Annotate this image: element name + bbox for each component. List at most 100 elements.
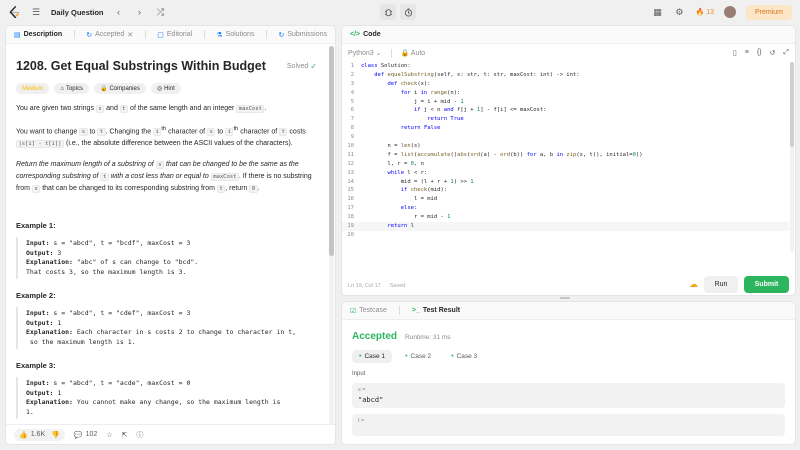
history-icon: ↻ [86, 31, 93, 39]
code-line[interactable]: 13 while l < r: [342, 169, 789, 178]
autosave-toggle[interactable]: 🔒 Auto [401, 49, 426, 57]
code-line[interactable]: 16 l = mid [342, 195, 789, 204]
flame-icon: 🔥 [695, 9, 705, 16]
pass-dot-icon: • [451, 353, 454, 360]
description-tabs: ▤ Description ↻ Accepted ✕ ▢ Editorial ⚗ Solu… [6, 26, 335, 44]
tab-test-result[interactable]: >_ Test Result [412, 307, 460, 314]
code-line[interactable]: 19 return l [342, 222, 789, 231]
code-line[interactable]: 2 def equalSubstring(self, s: str, t: st… [342, 71, 789, 80]
code-line[interactable]: 1 class Solution: [342, 62, 789, 71]
code-line[interactable]: 10 n = len(s) [342, 142, 789, 151]
problem-title[interactable]: 1208. Get Equal Substrings Within Budget [16, 59, 266, 73]
problem-description: 1208. Get Equal Substrings Within Budget… [6, 45, 327, 424]
flask-icon: ⚗ [216, 31, 223, 39]
pass-dot-icon: • [405, 353, 408, 360]
timer-icon[interactable] [400, 4, 416, 20]
submit-button[interactable]: Submit [744, 276, 789, 293]
notebook-icon[interactable]: ☁ [689, 279, 698, 290]
share-icon[interactable]: ⇱ [122, 431, 128, 439]
result-panel: ☑ Testcase >_ Test Result Accepted Runtime… [341, 301, 796, 445]
case-tabs: • Case 1 • Case 2 • Case 3 [342, 350, 795, 363]
lock-icon: 🔒 [99, 86, 108, 92]
code-line[interactable]: 11 f = list(accumulate((abs(ord(a) - ord… [342, 151, 789, 160]
code-line[interactable]: 6 if j < n and f[j + 1] - f[i] <= maxCos… [342, 106, 789, 115]
input-t-box: t = [352, 414, 785, 436]
difficulty-badge: Medium [16, 83, 50, 94]
leetcode-logo[interactable] [8, 5, 21, 19]
case-tab-1[interactable]: • Case 1 [352, 350, 393, 363]
code-line[interactable]: 15 if check(mid): [342, 186, 789, 195]
hint-chip[interactable]: ◎ Hint [150, 83, 181, 94]
comments-button[interactable]: 💬 102 [74, 431, 97, 439]
solved-status: Solved ✓ [286, 61, 317, 71]
code-icon: </> [350, 31, 361, 38]
close-icon[interactable]: ✕ [127, 31, 133, 39]
check-circle-icon: ✓ [310, 61, 317, 71]
input-s-box: s = "abcd" [352, 383, 785, 408]
problem-paragraph-1: You are given two strings s and t of the… [16, 105, 267, 113]
example-3: Example 3: Input: s = "abcd", t = "acde"… [16, 361, 317, 420]
code-tabs: </> Code [342, 26, 795, 44]
thumbs-down-icon[interactable]: 👎 [51, 431, 60, 439]
lightbulb-icon: ◎ [156, 86, 163, 92]
like-button[interactable]: 👍 1.6K 👎 [14, 428, 65, 441]
tab-code[interactable]: </> Code [350, 31, 381, 38]
tab-description[interactable]: ▤ Description [14, 31, 62, 39]
tab-testcase[interactable]: ☑ Testcase [350, 307, 387, 315]
editor-status: Ln 19, Col 17 Saved [348, 283, 406, 289]
code-line[interactable]: 4 for i in range(n): [342, 89, 789, 98]
top-nav: ☰ Daily Question ‹ › ⤮ ▦ ⚙ 🔥 13 Premium [0, 0, 800, 24]
debug-icon[interactable] [380, 4, 396, 20]
code-line[interactable]: 8 return False [342, 124, 789, 133]
description-scrollbar[interactable] [329, 46, 334, 426]
description-footer: 👍 1.6K 👎 💬 102 ☆ ⇱ ⓘ [6, 424, 335, 444]
code-line[interactable]: 17 else: [342, 204, 789, 213]
case-tab-2[interactable]: • Case 2 [398, 350, 438, 363]
problem-list-icon[interactable]: ☰ [30, 6, 42, 18]
streak-counter[interactable]: 🔥 13 [695, 8, 714, 17]
avatar[interactable] [723, 6, 736, 18]
tab-editorial[interactable]: ▢ Editorial [157, 31, 192, 39]
tab-solutions[interactable]: ⚗ Solutions [216, 31, 254, 39]
premium-button[interactable]: Premium [745, 4, 792, 20]
format-icon[interactable]: ≡ [745, 49, 749, 57]
checkbox-icon: ☑ [350, 307, 357, 315]
example-2: Example 2: Input: s = "abcd", t = "cdef"… [16, 291, 317, 350]
result-status: Accepted [352, 331, 398, 342]
shuffle-icon[interactable]: ⤮ [155, 6, 167, 18]
prev-problem-icon[interactable]: ‹ [113, 6, 125, 18]
code-line[interactable]: 9 [342, 133, 789, 142]
tab-accepted[interactable]: ↻ Accepted ✕ [86, 31, 133, 39]
daily-question-title[interactable]: Daily Question [51, 8, 104, 17]
code-line[interactable]: 20 [342, 231, 789, 240]
case-tab-3[interactable]: • Case 3 [444, 350, 484, 363]
companies-chip[interactable]: 🔒 Companies [93, 83, 146, 94]
code-line[interactable]: 12 l, r = 0, n [342, 160, 789, 169]
code-line[interactable]: 7 return True [342, 115, 789, 124]
example-1: Example 1: Input: s = "abcd", t = "bcdf"… [16, 221, 317, 280]
resize-handle[interactable] [560, 297, 570, 299]
result-tabs: ☑ Testcase >_ Test Result [342, 302, 795, 320]
code-line[interactable]: 18 r = mid - 1 [342, 213, 789, 222]
star-icon[interactable]: ☆ [106, 431, 112, 439]
bookmark-icon[interactable]: ▯ [733, 49, 737, 57]
settings-gear-icon[interactable]: ⚙ [673, 6, 685, 18]
code-line[interactable]: 5 j = i + mid - 1 [342, 98, 789, 107]
next-problem-icon[interactable]: › [134, 6, 146, 18]
tab-submissions[interactable]: ↻ Submissions [278, 31, 327, 39]
layout-icon[interactable]: ▦ [651, 6, 663, 18]
chevron-down-icon: ⌄ [375, 50, 382, 57]
reset-icon[interactable]: ↺ [770, 49, 776, 57]
language-selector[interactable]: Python3 ⌄ [348, 49, 382, 57]
code-line[interactable]: 3 def check(x): [342, 80, 789, 89]
fullscreen-icon[interactable]: ⤢ [783, 49, 789, 57]
code-panel: </> Code Python3 ⌄ 🔒 Auto ▯ ≡ {} ↺ ⤢ 1 cla… [341, 25, 796, 296]
editor-scrollbar[interactable] [790, 62, 794, 252]
topics-chip[interactable]: ⌂ Topics [54, 83, 89, 94]
code-line[interactable]: 14 mid = (l + r + 1) >> 1 [342, 178, 789, 187]
pass-dot-icon: • [359, 353, 362, 360]
help-icon[interactable]: ⓘ [136, 430, 143, 440]
code-editor[interactable]: 1 class Solution: 2 def equalSubstring(se… [342, 62, 789, 265]
braces-icon[interactable]: {} [757, 49, 762, 57]
run-button[interactable]: Run [704, 276, 738, 293]
